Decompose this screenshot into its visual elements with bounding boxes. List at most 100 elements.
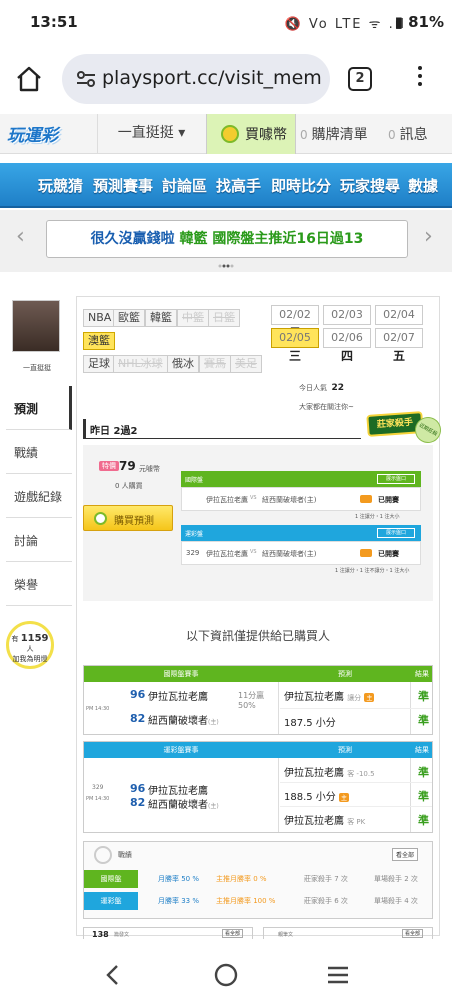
intl-spread-result: 11分贏 <box>238 691 265 700</box>
cart-label: 購牌清單 <box>311 127 368 143</box>
sport-chip-eu-basketball[interactable]: 歐籃 <box>113 309 145 327</box>
lottery-team: 伊拉瓦拉老鷹 <box>206 550 248 558</box>
fans-prefix: 有 <box>11 635 19 643</box>
nav-item-predict[interactable]: 預測賽事 <box>93 175 153 196</box>
lottery-status: 已開賽 <box>378 550 399 558</box>
coin-icon <box>94 512 107 525</box>
banner-prev-icon[interactable]: ‹ <box>16 224 25 249</box>
offer-price: 79 <box>119 459 136 473</box>
lottery-col-match: 運彩盤賽事 <box>163 746 199 754</box>
nav-item-live-score[interactable]: 即時比分 <box>271 175 331 196</box>
date-0202[interactable]: 02/02 日 <box>271 305 319 340</box>
lottery-team-a-score: 96 <box>130 782 146 795</box>
cart-count: 0 <box>300 128 308 142</box>
record-intl-month-rate: 月勝率 50 % <box>158 875 200 883</box>
intl-show-odds-button[interactable]: 展示盤口 <box>377 474 415 484</box>
back-icon[interactable] <box>104 964 120 986</box>
record-icon <box>94 846 112 864</box>
lottery-tag-icon <box>360 549 372 557</box>
lottery-vs: VS <box>250 549 257 555</box>
banner-next-icon[interactable]: › <box>424 224 433 249</box>
date-0206[interactable]: 02/06 四 <box>323 328 371 363</box>
coin-icon <box>221 125 239 143</box>
today-note: 大家都在關注你~ <box>299 403 354 411</box>
posts-label: 篇發文 <box>114 932 130 938</box>
intl-team: 伊拉瓦拉老鷹 <box>206 496 248 504</box>
record-intl-single: 單場殺手 2 次 <box>374 875 418 883</box>
paid-notice: 以下資訊僅提供給已購買人 <box>185 629 330 643</box>
cart-link[interactable]: 0 購牌清單 <box>300 124 368 144</box>
sport-chip-ru-hockey[interactable]: 俄冰 <box>167 355 199 373</box>
lottery-pick-3: 伊拉瓦拉老鷹 客 PK <box>284 816 366 827</box>
fans-caption: 加我為明燈 <box>12 655 48 663</box>
banner-box[interactable]: 很久沒贏錢啦 韓籃 國際盤主推近16日過13 <box>46 220 408 258</box>
banner-text-a: 很久沒贏錢啦 <box>90 231 180 247</box>
nav-item-player-search[interactable]: 玩家搜尋 <box>340 175 400 196</box>
sport-chip-nba[interactable]: NBA <box>83 309 117 327</box>
fans-suffix: 人 <box>26 645 34 653</box>
buy-coins-label: 買噱幣 <box>245 127 287 143</box>
date-0205[interactable]: 02/05 三 <box>271 328 319 363</box>
battery-indicator: ▮ 81% <box>394 13 444 31</box>
address-bar[interactable]: playsport.cc/visit_mem <box>62 54 330 104</box>
site-logo[interactable]: 玩運彩 <box>7 121 58 146</box>
lottery-panel-row[interactable]: 329 伊拉瓦拉老鷹 VS 紐西蘭破壞者(主) 已開賽 <box>181 541 421 565</box>
site-settings-icon[interactable] <box>76 70 96 88</box>
status-icons: 🔇 Vo LTE ᯤ .ıl <box>284 17 406 32</box>
intl-col-result: 結果 <box>415 670 429 678</box>
record-view-all-button[interactable]: 看全部 <box>392 848 419 861</box>
nav-item-data[interactable]: 數據 <box>408 175 438 196</box>
sport-chip-soccer[interactable]: 足球 <box>83 355 115 373</box>
sport-chip-au-basketball[interactable]: 澳籃 <box>83 332 115 350</box>
more-menu-icon[interactable] <box>418 66 424 90</box>
lottery-result-2: 準 <box>418 790 429 803</box>
home-icon[interactable] <box>14 64 44 94</box>
lottery-note: 1 注讓分・1 注不讓分・1 注大小 <box>335 568 410 574</box>
yesterday-record: 昨日 2過2 <box>83 419 361 439</box>
buy-coins-button[interactable]: 買噱幣 <box>206 114 296 154</box>
home-circle-icon[interactable] <box>214 963 238 987</box>
tab-switcher-button[interactable]: 2 <box>348 67 372 91</box>
sport-chip-nfl: 美足 <box>230 355 262 373</box>
side-tab-discussion[interactable]: 討論 <box>6 518 72 562</box>
articles-view-all-button[interactable]: 看全部 <box>402 929 424 938</box>
record-lottery-single: 單場殺手 4 次 <box>374 897 418 905</box>
intl-pick-1: 伊拉瓦拉老鷹 讓分 主 <box>284 692 375 703</box>
lottery-result-1: 準 <box>418 766 429 779</box>
record-lottery-main-rate: 主推月勝率 100 % <box>216 897 276 905</box>
lottery-opponent: 紐西蘭破壞者(主) <box>262 550 317 558</box>
record-lottery-killer: 莊家殺手 6 次 <box>304 897 348 905</box>
sport-chip-cn-basketball: 中籃 <box>177 309 209 327</box>
lottery-team-b-score: 82 <box>130 796 146 809</box>
intl-result-1: 準 <box>418 690 429 703</box>
intl-team-b-score: 82 <box>130 712 146 725</box>
sport-chip-kr-basketball[interactable]: 韓籃 <box>145 309 177 327</box>
side-tab-record[interactable]: 戰績 <box>6 430 72 474</box>
nav-item-forum[interactable]: 討論區 <box>162 175 207 196</box>
intl-col-match: 國際盤賽事 <box>163 670 199 678</box>
lottery-prediction-table: 運彩盤賽事 預測 結果 329 PM 14:30 96 伊拉瓦拉老鷹 82 紐西… <box>83 741 433 833</box>
fans-badge[interactable]: 有 1159 人 加我為明燈 <box>6 621 54 669</box>
side-tab-honor[interactable]: 榮譽 <box>6 562 72 606</box>
side-tab-game-history[interactable]: 遊戲紀錄 <box>6 474 72 518</box>
lottery-show-odds-button[interactable]: 展示盤口 <box>377 528 415 538</box>
date-0203[interactable]: 02/03 一 <box>323 305 371 340</box>
side-tab-predict[interactable]: 預測 <box>6 386 72 430</box>
record-intl-main-rate: 主推月勝率 0 % <box>216 875 267 883</box>
site-header: 玩運彩 一直挺挺 ▾ 買噱幣 0 購牌清單 0 訊息 <box>0 114 452 154</box>
intl-panel-row[interactable]: 伊拉瓦拉老鷹 VS 紐西蘭破壞者(主) 已開賽 <box>181 487 421 511</box>
messages-link[interactable]: 0 訊息 <box>388 124 428 144</box>
nav-item-guess[interactable]: 玩競猜 <box>38 175 83 196</box>
date-0204[interactable]: 02/04 二 <box>375 305 423 340</box>
posts-view-all-button[interactable]: 看全部 <box>222 929 244 938</box>
intl-team-a-score: 96 <box>130 688 146 701</box>
date-0207[interactable]: 02/07 五 <box>375 328 423 363</box>
nav-item-experts[interactable]: 找高手 <box>216 175 261 196</box>
avatar[interactable] <box>12 300 60 352</box>
articles-label: 親筆文 <box>278 932 294 938</box>
user-dropdown[interactable]: 一直挺挺 ▾ <box>97 114 205 154</box>
buy-prediction-button[interactable]: 購買預測 <box>83 505 173 531</box>
browser-toolbar: playsport.cc/visit_mem 2 <box>0 44 452 114</box>
recents-icon[interactable] <box>326 965 350 985</box>
intl-prediction-table: 國際盤賽事 預測 結果 PM 14:30 96 伊拉瓦拉老鷹 82 紐西蘭破壞者… <box>83 665 433 735</box>
